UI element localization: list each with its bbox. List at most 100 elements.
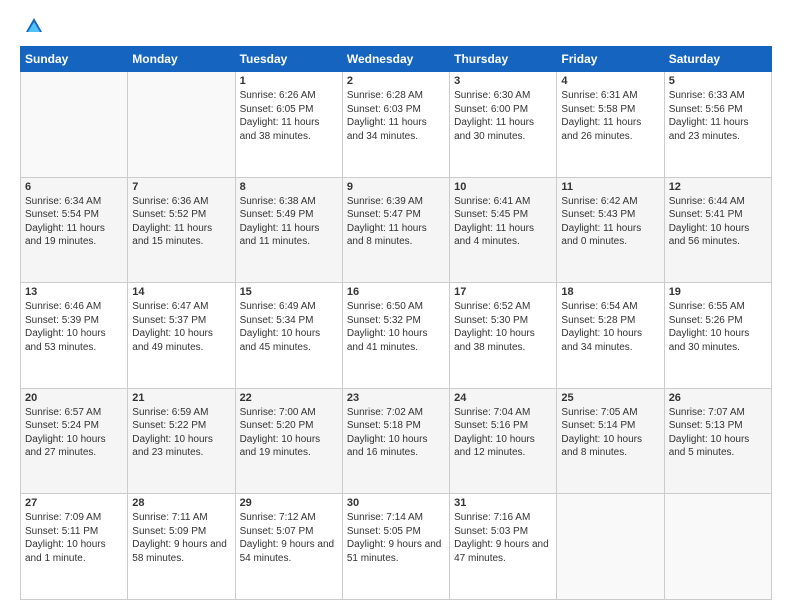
day-number: 4 <box>561 75 659 87</box>
day-info: Sunrise: 6:34 AMSunset: 5:54 PMDaylight:… <box>25 195 123 249</box>
day-number: 12 <box>669 181 767 193</box>
day-number: 6 <box>25 181 123 193</box>
calendar-cell: 14Sunrise: 6:47 AMSunset: 5:37 PMDayligh… <box>128 283 235 389</box>
calendar-cell: 12Sunrise: 6:44 AMSunset: 5:41 PMDayligh… <box>664 177 771 283</box>
day-info: Sunrise: 7:11 AMSunset: 5:09 PMDaylight:… <box>132 511 230 565</box>
calendar-cell: 20 Sunrise: 6:57 AMSunset: 5:24 PMDayligh… <box>21 388 128 494</box>
calendar-cell: 7Sunrise: 6:36 AMSunset: 5:52 PMDaylight… <box>128 177 235 283</box>
day-number: 16 <box>347 286 445 298</box>
calendar-cell: 24Sunrise: 7:04 AMSunset: 5:16 PMDayligh… <box>450 388 557 494</box>
day-info: Sunrise: 7:14 AMSunset: 5:05 PMDaylight:… <box>347 511 445 565</box>
day-number: 13 <box>25 286 123 298</box>
calendar-cell: 27Sunrise: 7:09 AMSunset: 5:11 PMDayligh… <box>21 494 128 600</box>
day-info: Sunrise: 6:39 AMSunset: 5:47 PMDaylight:… <box>347 195 445 249</box>
page: SundayMondayTuesdayWednesdayThursdayFrid… <box>0 0 792 612</box>
weekday-header-monday: Monday <box>128 47 235 72</box>
day-info: Sunrise: 6:26 AMSunset: 6:05 PMDaylight:… <box>240 89 338 143</box>
day-info: Sunrise: 6:57 AMSunset: 5:24 PMDaylight:… <box>25 406 123 460</box>
calendar-cell: 5 Sunrise: 6:33 AMSunset: 5:56 PMDaylight… <box>664 72 771 178</box>
calendar-cell: 31 Sunrise: 7:16 AMSunset: 5:03 PMDayligh… <box>450 494 557 600</box>
day-info: Sunrise: 6:41 AMSunset: 5:45 PMDaylight:… <box>454 195 552 249</box>
calendar-cell <box>664 494 771 600</box>
weekday-header-sunday: Sunday <box>21 47 128 72</box>
calendar-cell: 28 Sunrise: 7:11 AMSunset: 5:09 PMDayligh… <box>128 494 235 600</box>
day-info: Sunrise: 6:46 AMSunset: 5:39 PMDaylight:… <box>25 300 123 354</box>
calendar-cell: 8 Sunrise: 6:38 AMSunset: 5:49 PMDaylight… <box>235 177 342 283</box>
calendar-week-row: 20 Sunrise: 6:57 AMSunset: 5:24 PMDayligh… <box>21 388 772 494</box>
calendar-cell: 3Sunrise: 6:30 AMSunset: 6:00 PMDaylight… <box>450 72 557 178</box>
day-number: 17 <box>454 286 552 298</box>
calendar-cell: 25 Sunrise: 7:05 AMSunset: 5:14 PMDayligh… <box>557 388 664 494</box>
day-info: Sunrise: 7:07 AMSunset: 5:13 PMDaylight:… <box>669 406 767 460</box>
day-number: 22 <box>240 392 338 404</box>
weekday-header-thursday: Thursday <box>450 47 557 72</box>
day-info: Sunrise: 6:49 AMSunset: 5:34 PMDaylight:… <box>240 300 338 354</box>
day-info: Sunrise: 7:02 AMSunset: 5:18 PMDaylight:… <box>347 406 445 460</box>
day-number: 9 <box>347 181 445 193</box>
day-info: Sunrise: 7:12 AMSunset: 5:07 PMDaylight:… <box>240 511 338 565</box>
calendar-cell: 30 Sunrise: 7:14 AMSunset: 5:05 PMDayligh… <box>342 494 449 600</box>
calendar-cell: 18 Sunrise: 6:54 AMSunset: 5:28 PMDayligh… <box>557 283 664 389</box>
day-number: 27 <box>25 497 123 509</box>
day-number: 28 <box>132 497 230 509</box>
day-info: Sunrise: 6:47 AMSunset: 5:37 PMDaylight:… <box>132 300 230 354</box>
calendar-cell: 11 Sunrise: 6:42 AMSunset: 5:43 PMDayligh… <box>557 177 664 283</box>
day-number: 5 <box>669 75 767 87</box>
day-info: Sunrise: 6:50 AMSunset: 5:32 PMDaylight:… <box>347 300 445 354</box>
calendar-cell: 6 Sunrise: 6:34 AMSunset: 5:54 PMDaylight… <box>21 177 128 283</box>
day-info: Sunrise: 6:31 AMSunset: 5:58 PMDaylight:… <box>561 89 659 143</box>
day-number: 11 <box>561 181 659 193</box>
day-number: 15 <box>240 286 338 298</box>
calendar-cell: 21 Sunrise: 6:59 AMSunset: 5:22 PMDayligh… <box>128 388 235 494</box>
calendar-cell <box>128 72 235 178</box>
day-number: 1 <box>240 75 338 87</box>
weekday-header-tuesday: Tuesday <box>235 47 342 72</box>
weekday-header-row: SundayMondayTuesdayWednesdayThursdayFrid… <box>21 47 772 72</box>
day-number: 20 <box>25 392 123 404</box>
calendar-cell: 26 Sunrise: 7:07 AMSunset: 5:13 PMDayligh… <box>664 388 771 494</box>
day-number: 2 <box>347 75 445 87</box>
day-number: 21 <box>132 392 230 404</box>
calendar-cell: 2 Sunrise: 6:28 AMSunset: 6:03 PMDaylight… <box>342 72 449 178</box>
day-number: 8 <box>240 181 338 193</box>
day-info: Sunrise: 6:55 AMSunset: 5:26 PMDaylight:… <box>669 300 767 354</box>
day-info: Sunrise: 7:05 AMSunset: 5:14 PMDaylight:… <box>561 406 659 460</box>
day-info: Sunrise: 6:54 AMSunset: 5:28 PMDaylight:… <box>561 300 659 354</box>
day-info: Sunrise: 6:28 AMSunset: 6:03 PMDaylight:… <box>347 89 445 143</box>
calendar-cell: 29Sunrise: 7:12 AMSunset: 5:07 PMDayligh… <box>235 494 342 600</box>
calendar-cell: 1 Sunrise: 6:26 AMSunset: 6:05 PMDaylight… <box>235 72 342 178</box>
day-number: 10 <box>454 181 552 193</box>
calendar-cell: 10 Sunrise: 6:41 AMSunset: 5:45 PMDayligh… <box>450 177 557 283</box>
calendar-cell: 19Sunrise: 6:55 AMSunset: 5:26 PMDayligh… <box>664 283 771 389</box>
calendar-table: SundayMondayTuesdayWednesdayThursdayFrid… <box>20 46 772 600</box>
day-number: 23 <box>347 392 445 404</box>
calendar-cell: 23 Sunrise: 7:02 AMSunset: 5:18 PMDayligh… <box>342 388 449 494</box>
day-number: 25 <box>561 392 659 404</box>
day-number: 30 <box>347 497 445 509</box>
logo <box>20 16 44 36</box>
day-info: Sunrise: 6:38 AMSunset: 5:49 PMDaylight:… <box>240 195 338 249</box>
calendar-cell: 22 Sunrise: 7:00 AMSunset: 5:20 PMDayligh… <box>235 388 342 494</box>
logo-icon <box>24 16 44 36</box>
calendar-cell: 4 Sunrise: 6:31 AMSunset: 5:58 PMDaylight… <box>557 72 664 178</box>
day-number: 26 <box>669 392 767 404</box>
day-info: Sunrise: 6:33 AMSunset: 5:56 PMDaylight:… <box>669 89 767 143</box>
calendar-cell: 9 Sunrise: 6:39 AMSunset: 5:47 PMDaylight… <box>342 177 449 283</box>
calendar-week-row: 13 Sunrise: 6:46 AMSunset: 5:39 PMDayligh… <box>21 283 772 389</box>
calendar-cell <box>21 72 128 178</box>
day-info: Sunrise: 7:04 AMSunset: 5:16 PMDaylight:… <box>454 406 552 460</box>
day-info: Sunrise: 6:42 AMSunset: 5:43 PMDaylight:… <box>561 195 659 249</box>
day-info: Sunrise: 6:52 AMSunset: 5:30 PMDaylight:… <box>454 300 552 354</box>
calendar-cell: 15 Sunrise: 6:49 AMSunset: 5:34 PMDayligh… <box>235 283 342 389</box>
day-number: 31 <box>454 497 552 509</box>
weekday-header-wednesday: Wednesday <box>342 47 449 72</box>
day-number: 18 <box>561 286 659 298</box>
calendar-cell: 16 Sunrise: 6:50 AMSunset: 5:32 PMDayligh… <box>342 283 449 389</box>
day-info: Sunrise: 6:30 AMSunset: 6:00 PMDaylight:… <box>454 89 552 143</box>
day-info: Sunrise: 6:59 AMSunset: 5:22 PMDaylight:… <box>132 406 230 460</box>
day-info: Sunrise: 7:16 AMSunset: 5:03 PMDaylight:… <box>454 511 552 565</box>
header <box>20 16 772 36</box>
calendar-week-row: 27Sunrise: 7:09 AMSunset: 5:11 PMDayligh… <box>21 494 772 600</box>
day-info: Sunrise: 6:36 AMSunset: 5:52 PMDaylight:… <box>132 195 230 249</box>
day-info: Sunrise: 7:00 AMSunset: 5:20 PMDaylight:… <box>240 406 338 460</box>
